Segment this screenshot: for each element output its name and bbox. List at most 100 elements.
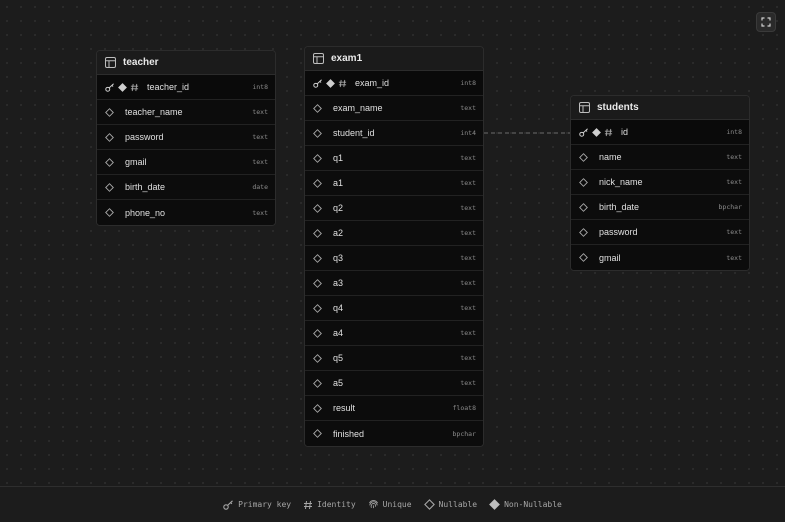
column-icons (313, 178, 333, 188)
column-row-q4[interactable]: q4 text (305, 296, 483, 321)
column-row-nick-name[interactable]: nick_name text (571, 170, 749, 195)
diamond-filled-icon (489, 499, 500, 510)
diamond-outline-icon (313, 328, 322, 338)
column-type: text (726, 178, 742, 186)
column-icons (105, 82, 147, 92)
column-row-id[interactable]: id int8 (571, 120, 749, 145)
column-row-finished[interactable]: finished bpchar (305, 421, 483, 446)
column-row-password[interactable]: password text (571, 220, 749, 245)
legend: Primary key Identity Unique Nullable Non… (0, 486, 785, 522)
column-icons (313, 203, 333, 213)
key-icon (579, 127, 589, 137)
column-name: q1 (333, 153, 344, 163)
column-icons (579, 227, 599, 237)
column-type: text (252, 133, 268, 141)
column-row-teacher-id[interactable]: teacher_id int8 (97, 75, 275, 100)
column-row-phone-no[interactable]: phone_no text (97, 200, 275, 225)
column-row-name[interactable]: name text (571, 145, 749, 170)
legend-item-non-nullable: Non-Nullable (489, 499, 562, 510)
column-type: text (460, 379, 476, 387)
column-type: text (460, 104, 476, 112)
column-name: id (621, 127, 629, 137)
key-icon (105, 82, 115, 92)
column-row-q2[interactable]: q2 text (305, 196, 483, 221)
column-name: finished (333, 428, 365, 439)
column-row-birth-date[interactable]: birth_date date (97, 175, 275, 200)
column-type: text (460, 204, 476, 212)
column-row-exam-id[interactable]: exam_id int8 (305, 71, 483, 96)
column-name: name (599, 152, 622, 162)
column-icons (313, 378, 333, 388)
table-header: students (571, 96, 749, 120)
diamond-outline-icon (579, 152, 588, 162)
column-row-a4[interactable]: a4 text (305, 321, 483, 346)
column-icons (313, 153, 333, 163)
legend-item-primary-key: Primary key (223, 499, 292, 510)
column-type: text (460, 279, 476, 287)
column-name: student_id (333, 128, 375, 138)
column-name: a5 (333, 378, 344, 388)
column-row-student-id[interactable]: student_id int4 (305, 121, 483, 146)
column-row-password[interactable]: password text (97, 125, 275, 150)
column-icons (313, 228, 333, 238)
column-row-a1[interactable]: a1 text (305, 171, 483, 196)
column-icons (313, 353, 333, 363)
column-name: a2 (333, 228, 344, 238)
diamond-outline-icon (105, 107, 114, 117)
diamond-outline-icon (313, 153, 322, 163)
column-icons (313, 429, 333, 438)
diamond-outline-icon (579, 227, 588, 237)
column-row-birth-date[interactable]: birth_date bpchar (571, 195, 749, 220)
column-icons (579, 253, 599, 262)
key-icon (313, 78, 323, 88)
column-row-a2[interactable]: a2 text (305, 221, 483, 246)
legend-label: Primary key (238, 500, 292, 509)
column-row-a5[interactable]: a5 text (305, 371, 483, 396)
column-row-teacher-name[interactable]: teacher_name text (97, 100, 275, 125)
column-type: text (252, 108, 268, 116)
column-row-exam-name[interactable]: exam_name text (305, 96, 483, 121)
column-type: date (252, 183, 268, 191)
hash-icon (604, 128, 613, 137)
column-row-a3[interactable]: a3 text (305, 271, 483, 296)
diamond-outline-icon (579, 253, 588, 262)
table-exam1[interactable]: exam1 exam_id int8 exam_name text student_id… (304, 46, 484, 447)
fullscreen-button[interactable] (756, 12, 776, 32)
column-row-q5[interactable]: q5 text (305, 346, 483, 371)
column-name: birth_date (125, 182, 166, 192)
column-type: int8 (460, 79, 476, 87)
diamond-outline-icon (313, 253, 322, 263)
legend-label: Unique (382, 500, 412, 509)
column-name: a3 (333, 278, 344, 288)
column-icons (313, 253, 333, 263)
column-row-q3[interactable]: q3 text (305, 246, 483, 271)
column-type: text (460, 354, 476, 362)
column-icons (105, 132, 125, 142)
column-name: result (333, 403, 356, 413)
column-row-gmail[interactable]: gmail text (571, 245, 749, 270)
column-name: a1 (333, 178, 344, 188)
column-row-result[interactable]: result float8 (305, 396, 483, 421)
column-icons (313, 328, 333, 338)
column-list: teacher_id int8 teacher_name text password te… (97, 75, 275, 225)
diamond-outline-icon (313, 228, 322, 238)
column-icons (313, 78, 355, 88)
fingerprint-icon (368, 499, 379, 510)
column-type: text (726, 228, 742, 236)
table-students[interactable]: students id int8 name text nick_name text birt… (570, 95, 750, 271)
column-name: birth_date (599, 202, 640, 212)
column-icons (579, 127, 621, 137)
column-row-gmail[interactable]: gmail text (97, 150, 275, 175)
column-type: text (460, 254, 476, 262)
column-icons (313, 103, 333, 113)
table-icon (105, 56, 117, 69)
column-name: password (125, 132, 164, 142)
column-name: exam_name (333, 103, 383, 113)
column-row-q1[interactable]: q1 text (305, 146, 483, 171)
column-type: text (726, 253, 742, 262)
diamond-outline-icon (313, 429, 322, 438)
table-teacher[interactable]: teacher teacher_id int8 teacher_name text pa… (96, 50, 276, 226)
diamond-filled-icon (118, 82, 127, 92)
diamond-outline-icon (313, 128, 322, 138)
table-name: teacher (123, 57, 159, 68)
